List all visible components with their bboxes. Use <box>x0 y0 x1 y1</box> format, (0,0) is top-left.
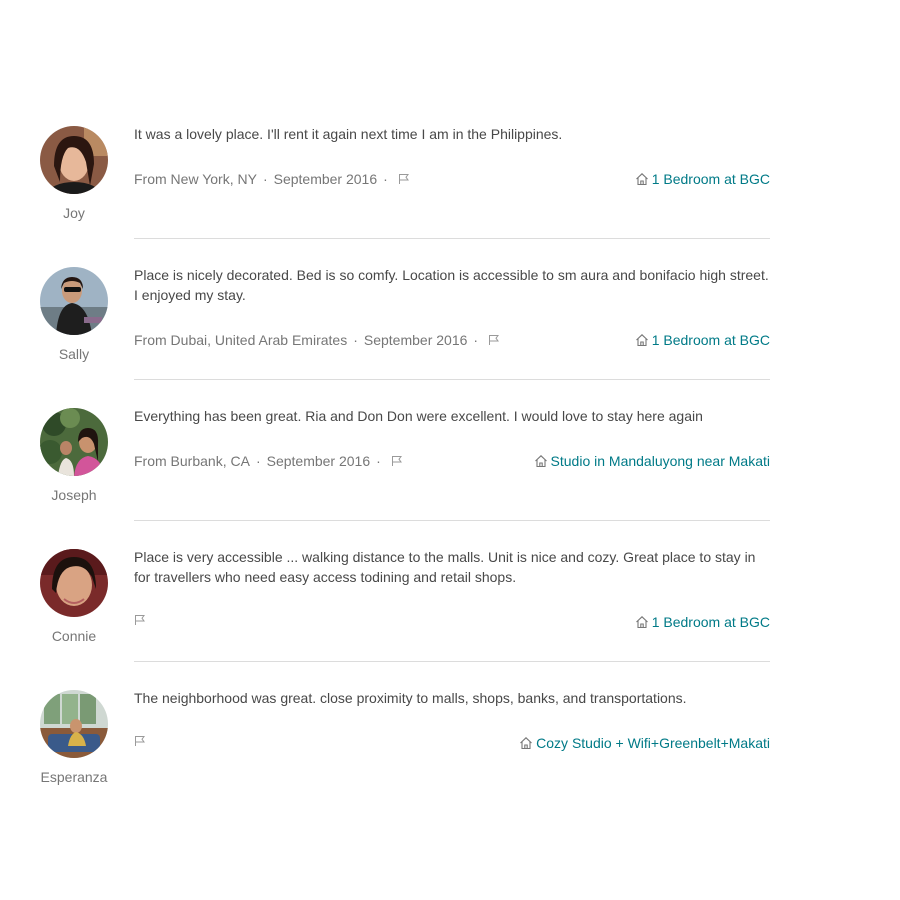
avatar[interactable] <box>40 267 108 335</box>
review-meta: 1 Bedroom at BGC <box>134 614 770 634</box>
reviewer-name[interactable]: Sally <box>20 346 128 362</box>
home-icon <box>519 736 533 750</box>
review-date: September 2016 <box>273 171 378 187</box>
review-meta: From New York, NY · September 2016 · 1 B… <box>134 171 770 191</box>
reviewer-name[interactable]: Joy <box>20 205 128 221</box>
flag-icon[interactable] <box>134 735 146 747</box>
avatar[interactable] <box>40 408 108 476</box>
listing-name[interactable]: 1 Bedroom at BGC <box>652 614 770 630</box>
listing-link[interactable]: Studio in Mandaluyong near Makati <box>534 453 770 469</box>
review-body: Everything has been great. Ria and Don D… <box>134 408 770 521</box>
home-icon <box>534 454 548 468</box>
review-item: Connie Place is very accessible ... walk… <box>40 549 770 690</box>
flag-icon[interactable] <box>391 455 403 467</box>
flag-icon[interactable] <box>398 173 410 185</box>
reviewer[interactable]: Joseph <box>40 408 108 503</box>
separator-dot: · <box>255 453 261 469</box>
reviewer-name[interactable]: Joseph <box>20 487 128 503</box>
review-date: September 2016 <box>363 332 468 348</box>
listing-link[interactable]: 1 Bedroom at BGC <box>635 614 770 630</box>
review-body: Place is very accessible ... walking dis… <box>134 549 770 662</box>
review-item: Joy It was a lovely place. I'll rent it … <box>40 126 770 267</box>
reviews-list: Joy It was a lovely place. I'll rent it … <box>40 126 770 831</box>
review-comment: Everything has been great. Ria and Don D… <box>134 408 703 424</box>
listing-name[interactable]: Cozy Studio + Wifi+Greenbelt+Makati <box>536 735 770 751</box>
reviewer[interactable]: Sally <box>40 267 108 362</box>
separator-dot: · <box>383 171 388 187</box>
review-item: Sally Place is nicely decorated. Bed is … <box>40 267 770 408</box>
review-location: From Burbank, CA <box>134 453 250 469</box>
avatar[interactable] <box>40 549 108 617</box>
review-body: It was a lovely place. I'll rent it agai… <box>134 126 770 239</box>
reviewer[interactable]: Esperanza <box>40 690 108 785</box>
review-body: The neighborhood was great. close proxim… <box>134 690 770 802</box>
review-item: Esperanza The neighborhood was great. cl… <box>40 690 770 831</box>
listing-name[interactable]: 1 Bedroom at BGC <box>652 171 770 187</box>
review-location: From New York, NY <box>134 171 257 187</box>
reviewer[interactable]: Joy <box>40 126 108 221</box>
review-meta: From Burbank, CA · September 2016 · Stud… <box>134 453 770 473</box>
review-comment: Place is very accessible ... walking dis… <box>134 549 756 585</box>
avatar[interactable] <box>40 126 108 194</box>
review-meta: Cozy Studio + Wifi+Greenbelt+Makati <box>134 735 770 755</box>
listing-link[interactable]: 1 Bedroom at BGC <box>635 332 770 348</box>
flag-icon[interactable] <box>134 614 146 626</box>
home-icon <box>635 333 649 347</box>
avatar[interactable] <box>40 690 108 758</box>
review-comment: Place is nicely decorated. Bed is so com… <box>134 267 769 303</box>
separator-dot: · <box>473 332 479 348</box>
listing-link[interactable]: Cozy Studio + Wifi+Greenbelt+Makati <box>519 735 770 751</box>
reviewer[interactable]: Connie <box>40 549 108 644</box>
flag-icon[interactable] <box>488 334 500 346</box>
separator-dot: · <box>262 171 268 187</box>
home-icon <box>635 172 649 186</box>
listing-name[interactable]: 1 Bedroom at BGC <box>652 332 770 348</box>
listing-name[interactable]: Studio in Mandaluyong near Makati <box>551 453 770 469</box>
listing-link[interactable]: 1 Bedroom at BGC <box>635 171 770 187</box>
reviewer-name[interactable]: Connie <box>20 628 128 644</box>
review-date: September 2016 <box>266 453 371 469</box>
separator-dot: · <box>376 453 381 469</box>
review-item: Joseph Everything has been great. Ria an… <box>40 408 770 549</box>
reviewer-name[interactable]: Esperanza <box>20 769 128 785</box>
review-comment: The neighborhood was great. close proxim… <box>134 690 687 706</box>
review-meta: From Dubai, United Arab Emirates · Septe… <box>134 332 770 352</box>
review-location: From Dubai, United Arab Emirates <box>134 332 348 348</box>
separator-dot: · <box>353 332 358 348</box>
review-comment: It was a lovely place. I'll rent it agai… <box>134 126 563 142</box>
home-icon <box>635 615 649 629</box>
review-body: Place is nicely decorated. Bed is so com… <box>134 267 770 380</box>
